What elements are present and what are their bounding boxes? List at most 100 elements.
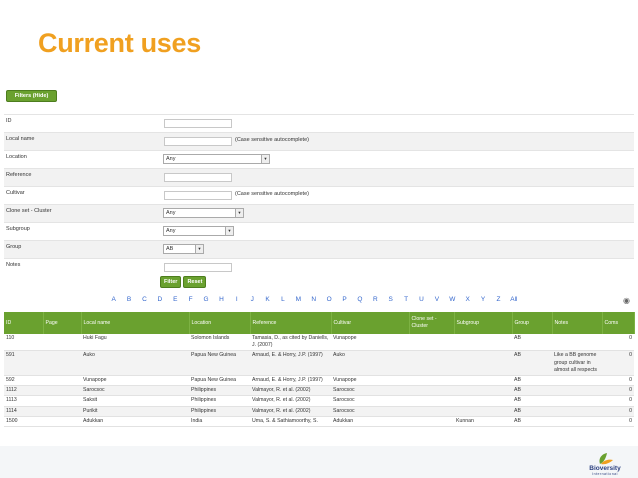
slide-footer: [0, 446, 638, 478]
alphabet-link[interactable]: Q: [352, 296, 367, 303]
alphabet-link[interactable]: Z: [491, 296, 506, 303]
alphabet-link[interactable]: Y: [475, 296, 490, 303]
filter-button[interactable]: Filter: [160, 276, 182, 288]
table-cell: 0: [602, 406, 634, 417]
table-cell[interactable]: Valmayor, R. et al. (2002): [250, 395, 331, 407]
group-select[interactable]: AB ▼: [163, 244, 204, 254]
table-cell[interactable]: Valmayor, R. et al. (2002): [250, 406, 331, 417]
table-cell: Philippines: [189, 406, 250, 417]
table-cell: AB: [512, 334, 552, 352]
table-cell: Sarocsoc: [331, 406, 409, 417]
table-cell[interactable]: 1113: [4, 395, 43, 407]
table-cell: [43, 416, 81, 428]
alphabet-link[interactable]: B: [121, 296, 136, 303]
table-cell[interactable]: 591: [4, 350, 43, 377]
local-name-input[interactable]: [164, 137, 232, 146]
alphabet-link[interactable]: L: [275, 296, 290, 303]
alphabet-link[interactable]: T: [398, 296, 413, 303]
id-input[interactable]: [164, 119, 232, 128]
table-row: 591 Auko Papua New Guinea Arnaud, E. & Horr…: [4, 350, 634, 377]
table-cell[interactable]: Tamasia, D., as cited by Daniells, J. (2…: [250, 334, 331, 352]
column-header[interactable]: Clone set - Cluster: [409, 312, 455, 334]
table-cell[interactable]: Uma, S. & Sathiamoorthy, S.: [250, 416, 331, 428]
table-cell: Auko: [81, 350, 189, 377]
chevron-down-icon: ▼: [235, 209, 243, 217]
table-cell: [409, 385, 454, 397]
alphabet-link[interactable]: S: [383, 296, 398, 303]
column-header[interactable]: Subgroup: [454, 312, 513, 334]
table-cell[interactable]: Arnaud, E. & Horry, J.P. (1997): [250, 375, 331, 387]
alphabet-link[interactable]: K: [260, 296, 275, 303]
logo-name: Bioversity: [589, 465, 621, 472]
table-cell: Solomon Islands: [189, 334, 250, 352]
alphabet-link[interactable]: P: [337, 296, 352, 303]
alphabet-link[interactable]: U: [414, 296, 429, 303]
column-header[interactable]: Location: [189, 312, 251, 334]
table-cell: [43, 406, 81, 417]
alphabet-link[interactable]: R: [368, 296, 383, 303]
alphabet-link[interactable]: I: [229, 296, 244, 303]
table-cell[interactable]: 1500: [4, 416, 43, 428]
filters-toggle-button[interactable]: Filters (Hide): [6, 90, 57, 102]
column-header[interactable]: ID: [4, 312, 44, 334]
alphabet-link[interactable]: J: [245, 296, 260, 303]
table-cell[interactable]: 1114: [4, 406, 43, 417]
alphabet-link[interactable]: N: [306, 296, 321, 303]
location-select-value: Any: [166, 156, 176, 162]
table-cell: [43, 375, 81, 387]
table-cell: Purikit: [81, 406, 189, 417]
filter-row-local-name: Local name (Case sensitive autocomplete): [4, 132, 634, 150]
reference-input[interactable]: [164, 173, 232, 182]
table-cell: [454, 385, 512, 397]
column-header[interactable]: Cultivar: [331, 312, 410, 334]
column-header[interactable]: Notes: [552, 312, 603, 334]
column-header[interactable]: Group: [512, 312, 553, 334]
alphabet-link[interactable]: W: [445, 296, 460, 303]
alphabet-link[interactable]: All: [506, 296, 521, 303]
table-cell: [43, 385, 81, 397]
slide-title: Current uses: [38, 28, 201, 58]
eye-icon[interactable]: ◉: [623, 296, 630, 305]
column-header[interactable]: Coms: [602, 312, 635, 334]
alphabet-link[interactable]: H: [214, 296, 229, 303]
table-cell: Sarocsoc: [81, 385, 189, 397]
table-cell: [552, 334, 602, 352]
table-cell[interactable]: 1112: [4, 385, 43, 397]
column-header[interactable]: Reference: [250, 312, 332, 334]
alphabet-link[interactable]: O: [321, 296, 336, 303]
alphabet-link[interactable]: A: [106, 296, 121, 303]
alphabet-link[interactable]: D: [152, 296, 167, 303]
table-cell: [409, 416, 454, 428]
table-cell[interactable]: Arnaud, E. & Horry, J.P. (1997): [250, 350, 331, 377]
table-cell: [409, 350, 454, 377]
table-cell: 0: [602, 416, 634, 428]
table-cell[interactable]: 592: [4, 375, 43, 387]
cultivar-input[interactable]: [164, 191, 232, 200]
alphabet-link[interactable]: G: [198, 296, 213, 303]
table-row: 1113 Saksit Philippines Valmayor, R. et al.…: [4, 395, 634, 407]
alphabet-link[interactable]: M: [291, 296, 306, 303]
table-cell: 0: [602, 375, 634, 387]
column-header[interactable]: Page: [43, 312, 82, 334]
chevron-down-icon: ▼: [261, 155, 269, 163]
alphabet-link[interactable]: X: [460, 296, 475, 303]
table-cell: Huki Fagu: [81, 334, 189, 352]
location-select[interactable]: Any ▼: [163, 154, 270, 164]
table-header-row: ID Page Local name Location Reference Cultiva…: [4, 312, 635, 334]
reset-button[interactable]: Reset: [183, 276, 207, 288]
alphabet-link[interactable]: C: [137, 296, 152, 303]
table-row: 592 Vunapope Papua New Guinea Arnaud, E. & …: [4, 375, 634, 387]
alphabet-link[interactable]: F: [183, 296, 198, 303]
leaf-icon: [599, 453, 613, 465]
table-cell: India: [189, 416, 250, 428]
table-cell: AB: [512, 395, 552, 407]
filter-form: ID Local name (Case sensitive autocomple…: [4, 114, 634, 276]
clone-set-select[interactable]: Any ▼: [163, 208, 244, 218]
table-cell: [43, 350, 81, 377]
table-cell[interactable]: 110: [4, 334, 43, 352]
column-header[interactable]: Local name: [81, 312, 190, 334]
subgroup-select[interactable]: Any ▼: [163, 226, 234, 236]
alphabet-link[interactable]: E: [168, 296, 183, 303]
alphabet-link[interactable]: V: [429, 296, 444, 303]
table-cell[interactable]: Valmayor, R. et al. (2002): [250, 385, 331, 397]
